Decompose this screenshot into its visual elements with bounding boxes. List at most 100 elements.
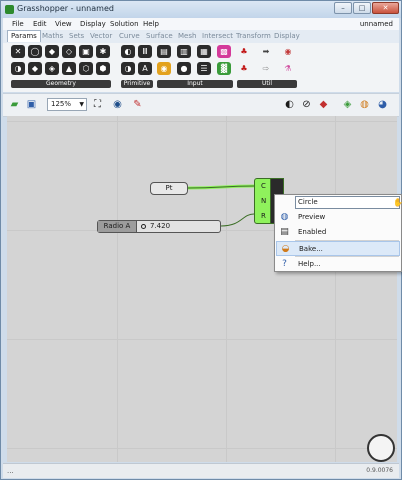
geometry-param-icon[interactable]: ◑ (11, 62, 25, 75)
tab-vector[interactable]: Vector (90, 32, 112, 40)
menu-item-bake[interactable]: ◒ Bake... (276, 241, 400, 256)
component-tabs: Params Maths Sets Vector Curve Surface M… (3, 30, 399, 44)
menu-edit[interactable]: Edit (33, 20, 47, 28)
maximize-button[interactable]: □ (353, 2, 371, 14)
primitive-param-icon[interactable]: ◑ (121, 62, 135, 75)
document-name: unnamed (359, 20, 393, 28)
zoom-value: 125% (51, 100, 72, 108)
minimize-button[interactable]: – (334, 2, 352, 14)
preview-eye-icon[interactable]: ◉ (111, 98, 124, 111)
button-input-icon[interactable]: ● (177, 62, 191, 75)
menu-item-help[interactable]: ? Help... (276, 257, 400, 272)
list-input-icon[interactable]: ☰ (197, 62, 211, 75)
primitive-param-icon[interactable]: A (138, 62, 152, 75)
cherry-icon[interactable]: ♣ (237, 62, 251, 75)
bake-egg-icon: ◒ (281, 244, 290, 254)
slider-name: Radio A (98, 221, 137, 232)
util-group-label[interactable]: Util (237, 80, 297, 88)
menu-help[interactable]: Help (143, 20, 159, 28)
tab-curve[interactable]: Curve (119, 32, 140, 40)
enabled-icon: ▤ (280, 227, 289, 237)
menu-item-enabled[interactable]: ▤ Enabled (276, 225, 400, 240)
status-bar: ... 0.9.0076 (3, 463, 399, 478)
cherry-icon[interactable]: ♣ (237, 45, 251, 58)
shaded-preview-icon[interactable]: ◆ (317, 98, 330, 111)
grasshopper-app-icon (5, 5, 14, 14)
window-title: Grasshopper - unnamed (17, 4, 114, 13)
chevron-down-icon: ▼ (79, 101, 84, 108)
geometry-param-icon[interactable]: ✕ (11, 45, 25, 58)
geometry-param-icon[interactable]: ◈ (45, 62, 59, 75)
zoom-extents-icon[interactable]: ⛶ (91, 98, 104, 111)
open-file-icon[interactable]: ▰ (8, 98, 21, 111)
menu-item-preview[interactable]: ◍ Preview (276, 210, 400, 225)
slider-grip[interactable] (141, 224, 146, 229)
preview-icon: ◍ (280, 212, 289, 222)
canvas-toolbar: ▰ ▣ 125% ▼ ⛶ ◉ ✎ ◐ ⊘ ◆ ◈ ◍ ◕ (3, 93, 399, 117)
tab-mesh[interactable]: Mesh (178, 32, 196, 40)
menu-solution[interactable]: Solution (110, 20, 139, 28)
geometry-param-icon[interactable]: ◯ (28, 45, 42, 58)
primitive-param-icon[interactable]: ◐ (121, 45, 135, 58)
tab-surface[interactable]: Surface (146, 32, 173, 40)
tab-intersect[interactable]: Intersect (202, 32, 233, 40)
menu-item-label: Bake... (299, 245, 323, 253)
geometry-param-icon[interactable]: ◆ (28, 62, 42, 75)
display-preview-icon[interactable]: ◐ (283, 98, 296, 111)
save-file-icon[interactable]: ▣ (25, 98, 38, 111)
tab-sets[interactable]: Sets (69, 32, 84, 40)
component-name-field[interactable]: Circle ✋ (295, 196, 402, 209)
grasshopper-window: Grasshopper - unnamed – □ ✕ File Edit Vi… (0, 0, 402, 480)
slider-input-icon[interactable]: ▤ (157, 45, 171, 58)
primitive-param-icon[interactable]: Ⅲ (138, 45, 152, 58)
menu-item-label: Preview (298, 213, 326, 221)
component-ribbon: ✕ ◯ ◆ ◇ ▣ ✱ ◑ ◆ ◈ ▲ ⬡ ⬢ Geometry ◐ Ⅲ ◑ A… (3, 43, 399, 92)
arrow-right-icon[interactable]: ⇨ (259, 62, 273, 75)
menu-item-label: Help... (298, 260, 321, 268)
number-slider[interactable]: Radio A 7.420 (97, 220, 221, 233)
geometry-param-icon[interactable]: ▲ (62, 62, 76, 75)
tab-transform[interactable]: Transform (236, 32, 271, 40)
geometry-param-icon[interactable]: ⬢ (96, 62, 110, 75)
primitive-group-label[interactable]: Primitive (121, 80, 153, 88)
wire-connections (187, 184, 255, 227)
menu-view[interactable]: View (55, 20, 72, 28)
boolean-input-icon[interactable]: ◉ (157, 62, 171, 75)
input-group-label[interactable]: Input (157, 80, 233, 88)
version-label: 0.9.0076 (366, 467, 393, 474)
arrow-right-icon[interactable]: ➡ (259, 45, 273, 58)
geometry-param-icon[interactable]: ◆ (45, 45, 59, 58)
matrix-input-icon[interactable]: ▓ (217, 62, 231, 75)
geometry-group-label[interactable]: Geometry (11, 80, 111, 88)
menu-bar: File Edit View Display Solution Help unn… (3, 18, 399, 30)
sketch-pen-icon[interactable]: ✎ (131, 98, 144, 111)
tab-display[interactable]: Display (274, 32, 300, 40)
gradient-input-icon[interactable]: ▩ (217, 45, 231, 58)
close-button[interactable]: ✕ (372, 2, 399, 14)
geometry-param-icon[interactable]: ✱ (96, 45, 110, 58)
flask-icon[interactable]: ⚗ (281, 62, 295, 75)
wireframe-preview-icon[interactable]: ⊘ (300, 98, 313, 111)
hand-icon: ✋ (393, 198, 402, 207)
recorder-icon[interactable]: ◉ (281, 45, 295, 58)
selected-preview-icon[interactable]: ◈ (341, 98, 354, 111)
tab-maths[interactable]: Maths (42, 32, 63, 40)
tab-params[interactable]: Params (7, 30, 41, 42)
document-preview-icon[interactable]: ◕ (376, 98, 389, 111)
menu-file[interactable]: File (12, 20, 24, 28)
input-normal-label: N (261, 197, 267, 205)
status-text: ... (7, 467, 14, 475)
material-preview-icon[interactable]: ◍ (358, 98, 371, 111)
grasshopper-canvas[interactable]: Pt Radio A 7.420 C N R (7, 116, 397, 462)
panel-input-icon[interactable]: ▥ (177, 45, 191, 58)
title-bar[interactable]: Grasshopper - unnamed – □ ✕ (1, 1, 401, 18)
zoom-dropdown[interactable]: 125% ▼ (47, 98, 87, 111)
graph-input-icon[interactable]: ▦ (197, 45, 211, 58)
point-parameter[interactable]: Pt (150, 182, 188, 195)
geometry-param-icon[interactable]: ⬡ (79, 62, 93, 75)
menu-display[interactable]: Display (80, 20, 106, 28)
geometry-param-icon[interactable]: ◇ (62, 45, 76, 58)
navigation-compass-icon[interactable] (367, 434, 395, 462)
geometry-param-icon[interactable]: ▣ (79, 45, 93, 58)
input-radius-label: R (261, 212, 266, 220)
